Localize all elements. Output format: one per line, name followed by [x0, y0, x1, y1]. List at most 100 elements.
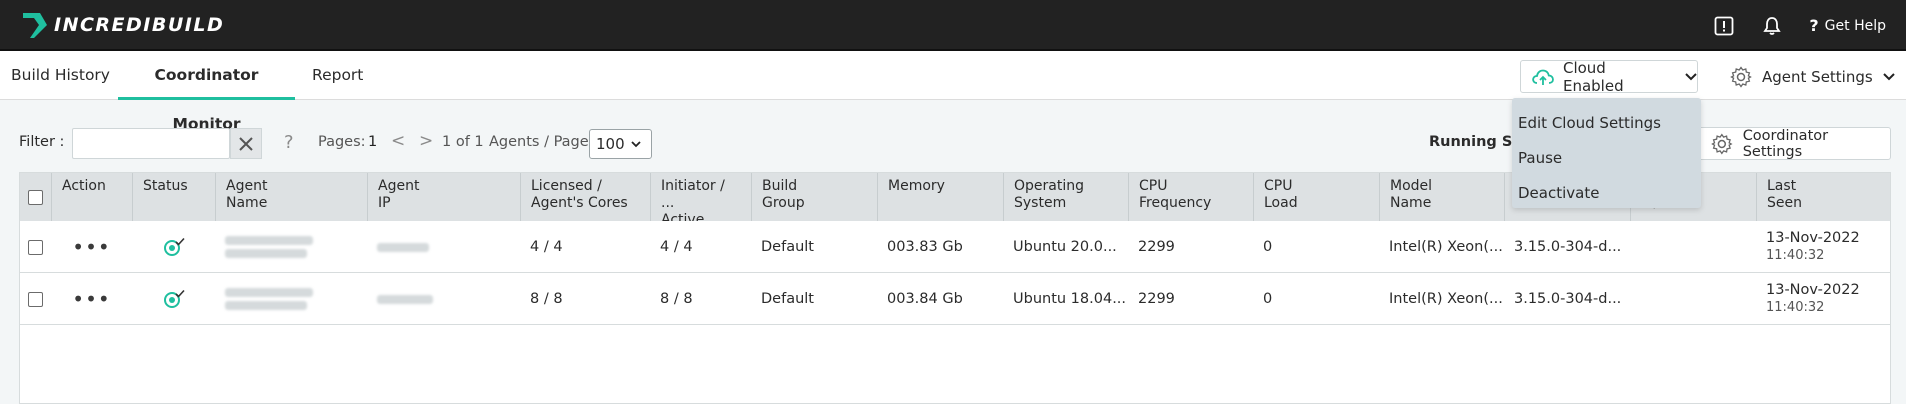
row-licensed-cores: 8 / 8	[530, 291, 563, 307]
incredibuild-logo[interactable]: INCREDIBUILD	[20, 9, 224, 41]
agents-per-page-label: Agents / Page	[489, 134, 589, 150]
agents-per-page-value: 100	[596, 135, 625, 153]
header-status[interactable]: Status	[132, 173, 215, 221]
gear-icon	[1730, 65, 1752, 88]
row-cpu-frequency: 2299	[1138, 291, 1175, 307]
help-question-icon[interactable]: ?	[284, 132, 294, 153]
row-to-ip	[1630, 221, 1756, 273]
header-agent-ip-l2: IP	[378, 195, 391, 211]
chevron-down-icon	[1685, 72, 1697, 80]
chevron-down-icon	[631, 140, 641, 147]
cloud-upload-icon	[1532, 69, 1554, 85]
header-initiator-l1: Initiator / ...	[661, 178, 725, 211]
more-actions-icon[interactable]: •••	[72, 237, 110, 257]
header-last-seen[interactable]: Last Seen	[1756, 173, 1890, 221]
get-help-label: Get Help	[1824, 17, 1886, 34]
header-build-group[interactable]: Build Group	[751, 173, 877, 221]
coordinator-settings-button[interactable]: Coordinator Settings	[1698, 127, 1891, 160]
row-last-seen: 13-Nov-2022 11:40:32	[1756, 273, 1890, 325]
bell-icon[interactable]	[1761, 15, 1783, 37]
header-build-group-l1: Build	[762, 178, 798, 194]
next-page-button[interactable]: >	[419, 131, 433, 151]
row-agent-ip-cell	[367, 273, 520, 325]
header-agent-name-l2: Name	[226, 195, 268, 211]
agent-online-status-icon	[163, 289, 185, 308]
header-action[interactable]: Action	[51, 173, 132, 221]
tab-coordinator-monitor[interactable]: Coordinator Monitor	[118, 51, 295, 133]
header-licensed-l1: Licensed /	[531, 178, 602, 194]
header-cpu-load[interactable]: CPU Load	[1253, 173, 1379, 221]
agent-settings-button[interactable]: Agent Settings	[1730, 60, 1895, 93]
table-row[interactable]: ••• 4 / 4 4 / 4 Default 003.83 Gb Ubuntu…	[20, 221, 1890, 273]
header-cpu-load-l2: Load	[1264, 195, 1298, 211]
row-actions-cell: •••	[51, 273, 132, 325]
menu-item-deactivate[interactable]: Deactivate	[1512, 176, 1701, 211]
header-cpu-frequency[interactable]: CPU Frequency	[1128, 173, 1253, 221]
row-version: 3.15.0-304-d...	[1514, 291, 1622, 307]
row-licensed-cores: 4 / 4	[530, 239, 563, 255]
agent-settings-label: Agent Settings	[1762, 67, 1873, 86]
row-select-cell	[20, 221, 51, 273]
row-select-cell	[20, 273, 51, 325]
row-last-seen-time: 11:40:32	[1766, 248, 1825, 263]
header-os-l1: Operating	[1014, 178, 1084, 194]
tab-build-history[interactable]: Build History	[11, 51, 110, 100]
row-cpu-load: 0	[1263, 239, 1273, 255]
row-actions-cell: •••	[51, 221, 132, 273]
row-status-cell	[132, 221, 215, 273]
filter-label: Filter :	[19, 134, 65, 150]
header-licensed-cores[interactable]: Licensed / Agent's Cores	[520, 173, 650, 221]
menu-item-edit-cloud-settings[interactable]: Edit Cloud Settings	[1512, 106, 1701, 141]
redacted-agent-ip	[377, 242, 429, 252]
header-initiator-cores[interactable]: Initiator / ... Active Cor...	[650, 173, 751, 221]
header-memory[interactable]: Memory	[877, 173, 1003, 221]
get-help-link[interactable]: ? Get Help	[1809, 16, 1886, 35]
header-model-name[interactable]: Model Name	[1379, 173, 1504, 221]
row-operating-system: Ubuntu 20.0...	[1013, 239, 1117, 255]
header-model-l2: Name	[1390, 195, 1432, 211]
header-build-group-l2: Group	[762, 195, 805, 211]
row-last-seen-time: 11:40:32	[1766, 300, 1825, 315]
row-to-ip	[1630, 273, 1756, 325]
header-operating-system[interactable]: Operating System	[1003, 173, 1128, 221]
filter-input[interactable]	[72, 128, 230, 159]
row-memory: 003.83 Gb	[887, 239, 963, 255]
header-select-all	[20, 173, 51, 221]
more-actions-icon[interactable]: •••	[72, 289, 110, 309]
logo-mark-icon	[23, 13, 47, 38]
alert-icon[interactable]	[1713, 15, 1735, 37]
header-agent-name-l1: Agent	[226, 178, 268, 194]
row-last-seen: 13-Nov-2022 11:40:32	[1756, 221, 1890, 273]
coordinator-settings-label: Coordinator Settings	[1742, 127, 1829, 160]
row-last-seen-date: 13-Nov-2022	[1766, 230, 1860, 246]
header-os-l2: System	[1014, 195, 1067, 211]
header-cpu-freq-l2: Frequency	[1139, 195, 1212, 211]
table-row[interactable]: ••• 8 / 8 8 / 8 Default 003.84 Gb Ubuntu…	[20, 273, 1890, 325]
header-agent-name[interactable]: Agent Name	[215, 173, 367, 221]
row-build-group: Default	[761, 291, 814, 307]
menu-item-pause[interactable]: Pause	[1512, 141, 1701, 176]
tab-report[interactable]: Report	[312, 51, 363, 100]
select-all-checkbox[interactable]	[28, 189, 43, 205]
row-initiator-cores: 8 / 8	[660, 291, 693, 307]
row-model-name: Intel(R) Xeon(...	[1389, 291, 1503, 307]
question-icon: ?	[1809, 16, 1819, 35]
row-build-group: Default	[761, 239, 814, 255]
row-agent-name-cell	[215, 273, 367, 325]
row-cpu-frequency: 2299	[1138, 239, 1175, 255]
header-agent-ip-l1: Agent	[378, 178, 420, 194]
cloud-enabled-button[interactable]: Cloud Enabled	[1520, 59, 1698, 95]
agents-per-page-select[interactable]: 100	[589, 129, 652, 159]
row-initiator-cores: 4 / 4	[660, 239, 693, 255]
row-memory: 003.84 Gb	[887, 291, 963, 307]
header-agent-ip[interactable]: Agent IP	[367, 173, 520, 221]
redacted-agent-name	[225, 236, 313, 258]
prev-page-button[interactable]: <	[391, 131, 405, 151]
row-checkbox[interactable]	[28, 239, 43, 255]
gear-icon	[1711, 133, 1733, 154]
chevron-down-icon	[1882, 72, 1895, 80]
clear-filter-button[interactable]	[230, 128, 262, 159]
top-bar: INCREDIBUILD ? Get Help	[0, 0, 1906, 51]
row-checkbox[interactable]	[28, 291, 43, 307]
row-cpu-load: 0	[1263, 291, 1273, 307]
